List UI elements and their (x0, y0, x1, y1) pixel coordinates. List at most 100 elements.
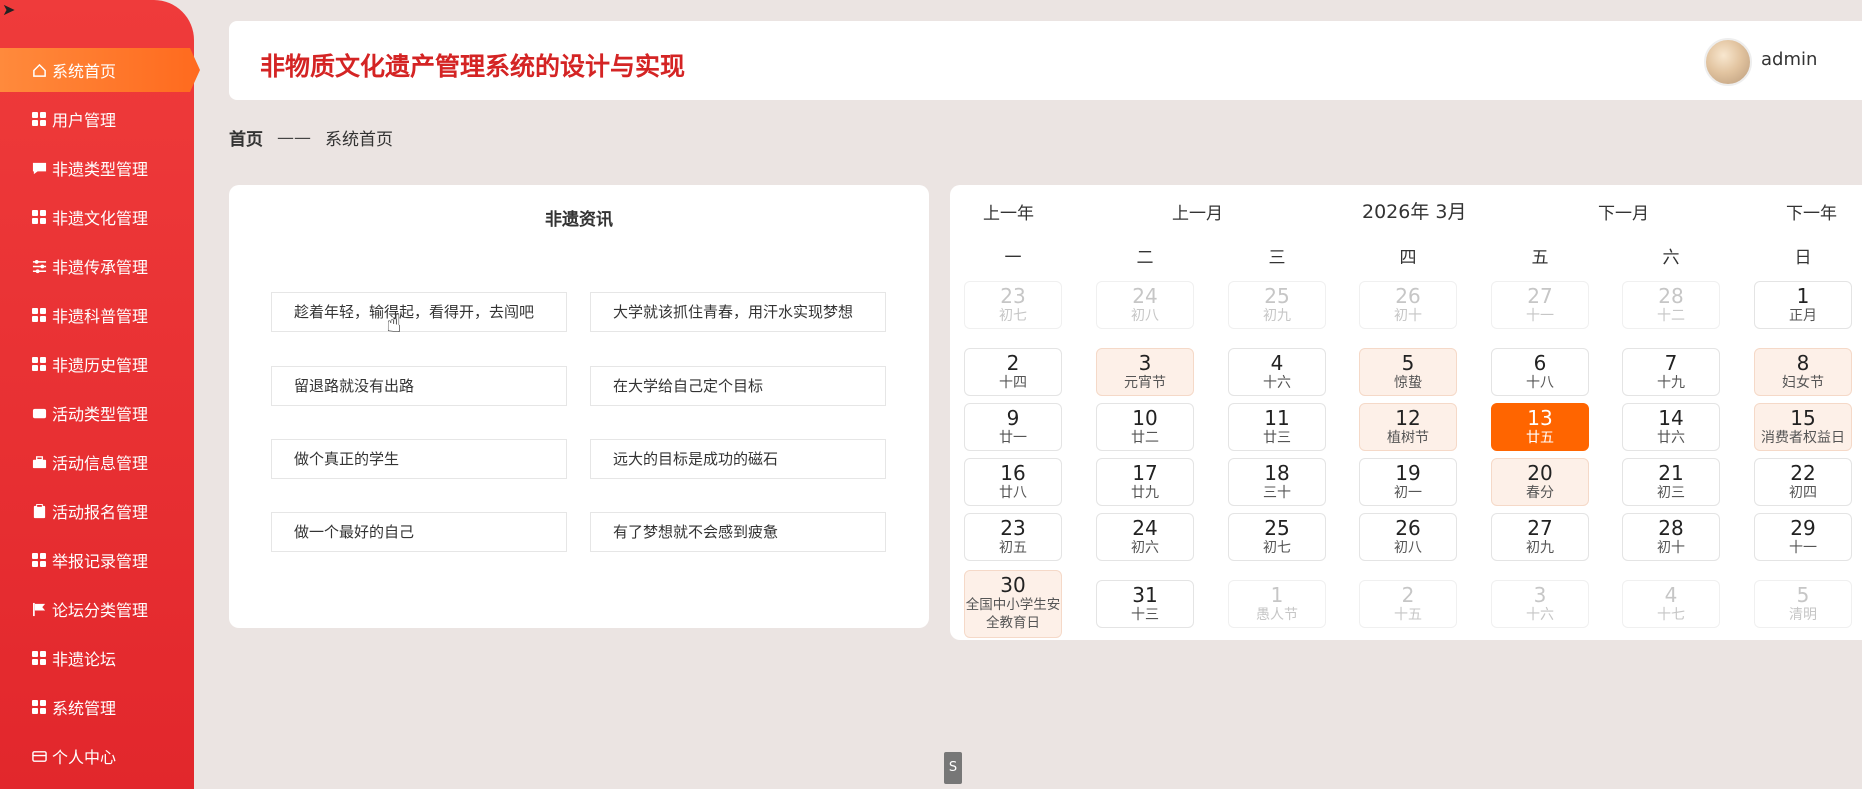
calendar-day[interactable]: 6 十八 (1491, 348, 1589, 396)
calendar-day[interactable]: 4 十七 (1622, 580, 1720, 628)
lunar-label: 廿八 (999, 485, 1027, 501)
prev-year-button[interactable]: 上一年 (983, 199, 1034, 224)
lunar-label: 初一 (1394, 485, 1422, 501)
news-item[interactable]: 远大的目标是成功的磁石 (590, 439, 886, 479)
calendar-day[interactable]: 26 初十 (1359, 281, 1457, 329)
next-year-button[interactable]: 下一年 (1786, 199, 1837, 224)
calendar-day[interactable]: 28 初十 (1622, 513, 1720, 561)
calendar-day[interactable]: 27 十一 (1491, 281, 1589, 329)
chat-icon (30, 159, 48, 177)
day-number: 16 (1000, 461, 1026, 485)
avatar[interactable] (1704, 38, 1752, 86)
sidebar-item[interactable]: 非遗文化管理 (0, 195, 194, 239)
sidebar-item[interactable]: 活动报名管理 (0, 489, 194, 533)
news-item[interactable]: 做个真正的学生 (271, 439, 567, 479)
news-item[interactable]: 留退路就没有出路 (271, 366, 567, 406)
next-month-button[interactable]: 下一月 (1598, 199, 1649, 224)
day-number: 27 (1527, 284, 1553, 308)
lunar-label: 廿一 (999, 430, 1027, 446)
day-number: 19 (1395, 461, 1421, 485)
lunar-label: 十四 (999, 375, 1027, 391)
calendar-day[interactable]: 1 正月 (1754, 281, 1852, 329)
calendar-day[interactable]: 4 十六 (1228, 348, 1326, 396)
lunar-label: 全国中小学生安全教育日 (965, 597, 1061, 631)
day-number: 31 (1132, 583, 1158, 607)
lunar-label: 初八 (1394, 540, 1422, 556)
calendar-day[interactable]: 20 春分 (1491, 458, 1589, 506)
news-item[interactable]: 有了梦想就不会感到疲惫 (590, 512, 886, 552)
calendar-day[interactable]: 3 元宵节 (1096, 348, 1194, 396)
lunar-label: 正月 (1789, 308, 1817, 324)
calendar-day[interactable]: 16 廿八 (964, 458, 1062, 506)
news-item[interactable]: 在大学给自己定个目标 (590, 366, 886, 406)
sidebar-item[interactable]: 非遗科普管理 (0, 293, 194, 337)
sidebar-item[interactable]: 个人中心 (0, 734, 194, 778)
calendar-day[interactable]: 18 三十 (1228, 458, 1326, 506)
calendar-day[interactable]: 9 廿一 (964, 403, 1062, 451)
calendar-day[interactable]: 19 初一 (1359, 458, 1457, 506)
username[interactable]: admin (1761, 49, 1817, 70)
calendar-day[interactable]: 7 十九 (1622, 348, 1720, 396)
day-number: 30 (1000, 573, 1026, 597)
calendar-day[interactable]: 23 初七 (964, 281, 1062, 329)
calendar-day[interactable]: 14 廿六 (1622, 403, 1720, 451)
sidebar-item-label: 非遗文化管理 (52, 209, 149, 228)
calendar-day[interactable]: 27 初九 (1491, 513, 1589, 561)
sidebar-item-label: 系统管理 (52, 699, 117, 718)
grid-icon (30, 649, 48, 667)
calendar-day[interactable]: 21 初三 (1622, 458, 1720, 506)
grid-icon (30, 551, 48, 569)
calendar-day[interactable]: 17 廿九 (1096, 458, 1194, 506)
calendar-day[interactable]: 2 十五 (1359, 580, 1457, 628)
calendar-day[interactable]: 8 妇女节 (1754, 348, 1852, 396)
calendar-day[interactable]: 25 初七 (1228, 513, 1326, 561)
sidebar-item[interactable]: 非遗历史管理 (0, 342, 194, 386)
day-number: 1 (1270, 583, 1284, 607)
lunar-label: 初六 (1131, 540, 1159, 556)
sidebar-item[interactable]: 系统管理 (0, 685, 194, 729)
lunar-label: 十一 (1526, 308, 1554, 324)
calendar-day[interactable]: 24 初八 (1096, 281, 1194, 329)
news-item[interactable]: 大学就该抓住青春，用汗水实现梦想 (590, 292, 886, 332)
sidebar-item[interactable]: 非遗类型管理 (0, 146, 194, 190)
sidebar-item[interactable]: 论坛分类管理 (0, 587, 194, 631)
breadcrumb-home[interactable]: 首页 (229, 125, 263, 150)
calendar-day[interactable]: 12 植树节 (1359, 403, 1457, 451)
news-item[interactable]: 做一个最好的自己 (271, 512, 567, 552)
sidebar-item[interactable]: 举报记录管理 (0, 538, 194, 582)
calendar-day[interactable]: 5 清明 (1754, 580, 1852, 628)
calendar-day[interactable]: 23 初五 (964, 513, 1062, 561)
sidebar-item[interactable]: 活动类型管理 (0, 391, 194, 435)
calendar-day[interactable]: 31 十三 (1096, 580, 1194, 628)
lunar-label: 廿六 (1657, 430, 1685, 446)
calendar-day[interactable]: 13 廿五 (1491, 403, 1589, 451)
calendar-day[interactable]: 30 全国中小学生安全教育日 (964, 570, 1062, 638)
sidebar-item[interactable]: 活动信息管理 (0, 440, 194, 484)
sidebar-item[interactable]: 非遗论坛 (0, 636, 194, 680)
calendar-day[interactable]: 22 初四 (1754, 458, 1852, 506)
grid-icon (30, 208, 48, 226)
day-number: 22 (1790, 461, 1816, 485)
sidebar-item[interactable]: 系统首页 (0, 48, 200, 92)
prev-month-button[interactable]: 上一月 (1172, 199, 1223, 224)
calendar-day[interactable]: 29 十一 (1754, 513, 1852, 561)
calendar-day[interactable]: 15 消费者权益日 (1754, 403, 1852, 451)
calendar-day[interactable]: 5 惊蛰 (1359, 348, 1457, 396)
calendar-day[interactable]: 2 十四 (964, 348, 1062, 396)
day-number: 28 (1658, 516, 1684, 540)
calendar-day[interactable]: 11 廿三 (1228, 403, 1326, 451)
calendar-day[interactable]: 1 愚人节 (1228, 580, 1326, 628)
sidebar-item-label: 活动报名管理 (52, 503, 149, 522)
calendar-day[interactable]: 10 廿二 (1096, 403, 1194, 451)
lunar-label: 十五 (1394, 607, 1422, 623)
calendar-day[interactable]: 28 十二 (1622, 281, 1720, 329)
calendar-day[interactable]: 24 初六 (1096, 513, 1194, 561)
calendar-day[interactable]: 25 初九 (1228, 281, 1326, 329)
flag-icon (30, 600, 48, 618)
calendar-day[interactable]: 3 十六 (1491, 580, 1589, 628)
news-item[interactable]: 趁着年轻，输得起，看得开，去闯吧 (271, 292, 567, 332)
calendar-day[interactable]: 26 初八 (1359, 513, 1457, 561)
day-number: 18 (1264, 461, 1290, 485)
sidebar-item[interactable]: 非遗传承管理 (0, 244, 194, 288)
sidebar-item[interactable]: 用户管理 (0, 97, 194, 141)
